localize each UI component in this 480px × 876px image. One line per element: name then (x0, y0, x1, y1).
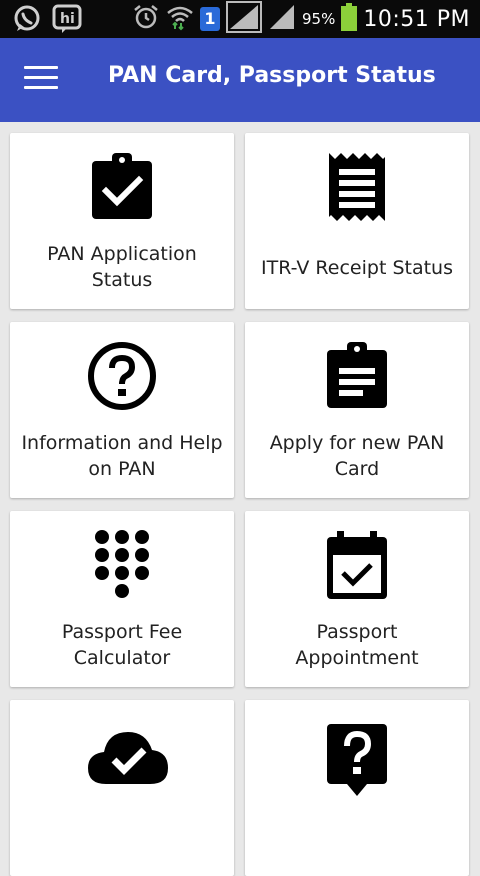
clipboard-check-icon (86, 151, 158, 223)
card-passport-appointment[interactable]: Passport Appointment (245, 511, 469, 687)
page-title: PAN Card, Passport Status (108, 63, 436, 88)
receipt-icon (321, 151, 393, 223)
signal-icon (226, 1, 262, 37)
card-passport-fee-calculator[interactable]: Passport Fee Calculator (10, 511, 234, 687)
clock-time: 10:51 PM (363, 6, 470, 32)
card-itr-v-receipt-status[interactable]: ITR-V Receipt Status (245, 133, 469, 309)
card-label: PAN Application Status (47, 243, 197, 291)
wifi-icon (166, 3, 194, 35)
alarm-icon (132, 3, 160, 35)
card-label: Passport Appointment (295, 621, 419, 669)
battery-icon (341, 3, 358, 35)
whatsapp-icon (12, 4, 42, 38)
card-help-bubble[interactable] (245, 700, 469, 876)
card-apply-new-pan[interactable]: Apply for new PAN Card (245, 322, 469, 498)
app-bar: PAN Card, Passport Status (0, 38, 480, 122)
help-circle-icon (86, 340, 158, 412)
card-label: ITR-V Receipt Status (261, 257, 453, 279)
card-label: Information and Help on PAN (21, 432, 223, 480)
help-bubble-icon (321, 722, 393, 796)
calendar-check-icon (321, 529, 393, 601)
clipboard-text-icon (321, 340, 393, 412)
dialpad-icon (86, 529, 158, 601)
hamburger-menu-icon[interactable] (24, 66, 58, 94)
svg-text:hi: hi (60, 11, 75, 27)
cloud-check-icon (86, 726, 168, 798)
sim-badge: 1 (200, 7, 220, 31)
card-label: Apply for new PAN Card (269, 432, 445, 480)
card-cloud-check[interactable] (10, 700, 234, 876)
battery-percent: 95% (302, 10, 336, 28)
card-label: Passport Fee Calculator (61, 621, 183, 669)
signal-icon (268, 3, 296, 35)
status-bar: hi 1 95% 10:51 PM (0, 0, 480, 38)
hike-icon: hi (52, 4, 82, 38)
card-information-help-pan[interactable]: Information and Help on PAN (10, 322, 234, 498)
card-pan-application-status[interactable]: PAN Application Status (10, 133, 234, 309)
